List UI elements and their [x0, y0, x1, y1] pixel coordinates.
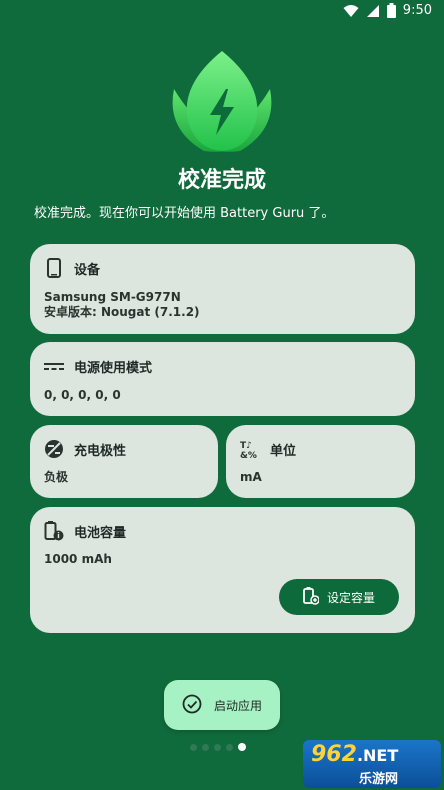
- status-time: 9:50: [402, 3, 432, 18]
- page-dot-3[interactable]: [214, 743, 221, 751]
- battery-plus-icon: [303, 586, 320, 608]
- dc-power-icon: [44, 356, 64, 376]
- watermark-number: 962: [311, 742, 357, 767]
- polarity-card: 充电极性 负极: [30, 425, 218, 498]
- device-model: Samsung SM-G977N: [44, 290, 181, 304]
- wifi-icon: [343, 4, 359, 18]
- power-mode-value: 0, 0, 0, 0, 0: [44, 388, 121, 402]
- set-capacity-button[interactable]: 设定容量: [279, 579, 399, 615]
- device-label: 设备: [74, 262, 101, 278]
- power-mode-label: 电源使用模式: [74, 360, 153, 376]
- battery-guru-logo: [164, 49, 280, 155]
- unit-card: T♪ &% 单位 mA: [226, 425, 415, 498]
- battery-info-icon: [44, 521, 64, 541]
- page-subtitle: 校准完成。现在你可以开始使用 Battery Guru 了。: [34, 206, 335, 221]
- status-bar: 9:50: [0, 0, 444, 24]
- unit-label: 单位: [270, 443, 297, 459]
- page-dot-5[interactable]: [238, 743, 246, 751]
- device-card: 设备 Samsung SM-G977N 安卓版本: Nougat (7.1.2): [30, 244, 415, 334]
- svg-text:T♪: T♪: [240, 441, 252, 451]
- watermark-name: 乐游网: [359, 772, 399, 787]
- svg-text:&%: &%: [240, 451, 257, 459]
- polarity-icon: [44, 439, 64, 459]
- phone-icon: [44, 258, 64, 278]
- android-version: 安卓版本: Nougat (7.1.2): [44, 305, 200, 319]
- launch-app-label: 启动应用: [213, 698, 262, 713]
- battery-icon: [386, 3, 396, 18]
- capacity-card: 电池容量 1000 mAh 设定容量: [30, 507, 415, 633]
- page-dot-2[interactable]: [202, 743, 209, 751]
- launch-app-button[interactable]: 启动应用: [164, 680, 280, 730]
- unit-value: mA: [240, 470, 262, 484]
- watermark-net: .NET: [356, 746, 399, 765]
- unit-icon: T♪ &%: [240, 439, 260, 459]
- polarity-label: 充电极性: [74, 443, 127, 459]
- page-dot-1[interactable]: [190, 743, 197, 751]
- capacity-label: 电池容量: [74, 525, 127, 541]
- set-capacity-label: 设定容量: [326, 590, 375, 605]
- check-circle-icon: [182, 694, 202, 717]
- page-dot-4[interactable]: [226, 743, 233, 751]
- page-indicator: [190, 743, 246, 751]
- power-mode-card: 电源使用模式 0, 0, 0, 0, 0: [30, 342, 415, 416]
- site-watermark: 962.NET 乐游网: [303, 740, 441, 788]
- page-title: 校准完成: [177, 168, 266, 193]
- capacity-value: 1000 mAh: [44, 552, 112, 566]
- polarity-value: 负极: [44, 470, 69, 484]
- signal-icon: [366, 4, 380, 18]
